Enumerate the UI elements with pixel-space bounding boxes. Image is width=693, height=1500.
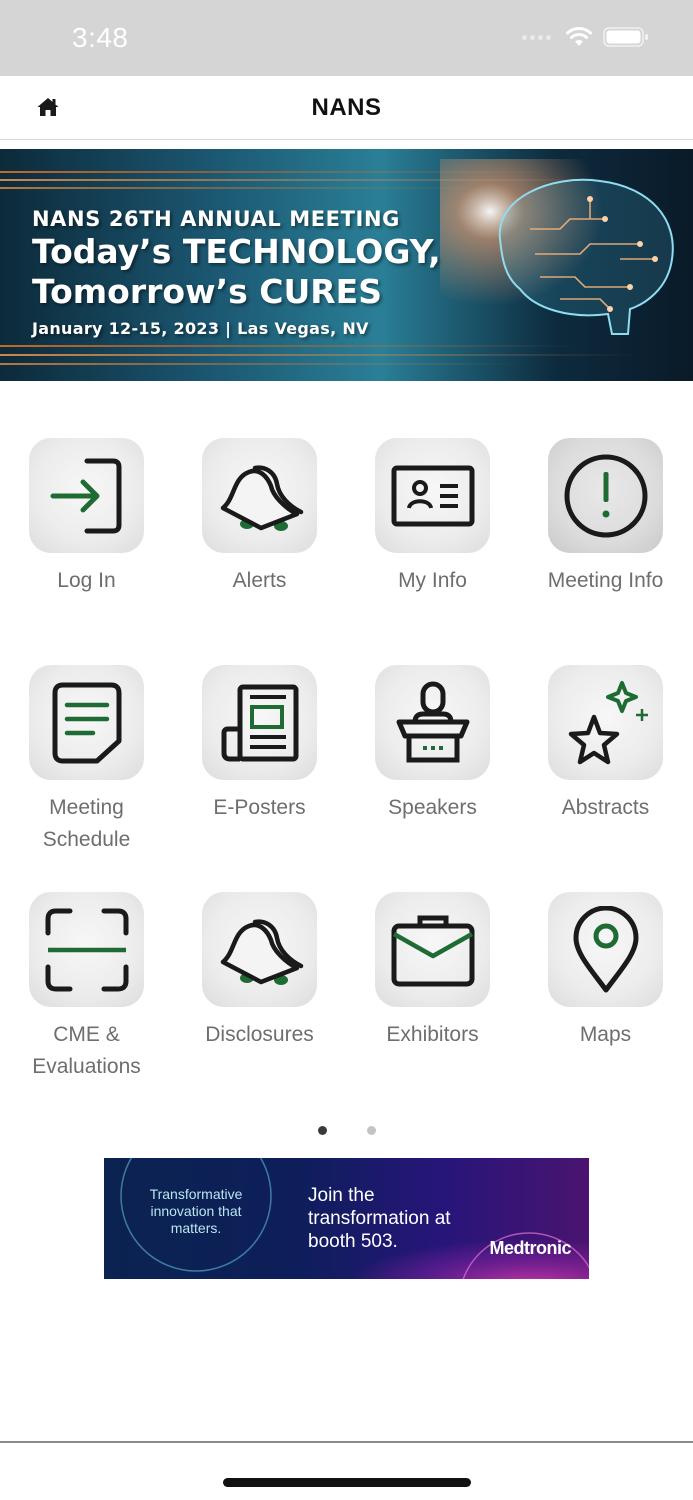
tile-icon-box xyxy=(375,438,490,553)
tile-label: Exhibitors xyxy=(386,1023,479,1046)
signal-icon xyxy=(522,34,551,40)
bell-icon xyxy=(220,464,303,531)
page-indicator[interactable] xyxy=(0,1126,693,1135)
log-in-icon xyxy=(50,458,121,533)
tile-label: CME & Evaluations xyxy=(32,1023,141,1078)
bottom-divider xyxy=(0,1441,693,1443)
tile-label: Abstracts xyxy=(561,796,650,819)
ad-message: Join the transformation at booth 503. xyxy=(308,1185,451,1252)
tile-exhibitors[interactable]: Exhibitors xyxy=(346,892,519,1051)
tile-label: Disclosures xyxy=(205,1023,314,1046)
tile-icon-box xyxy=(375,665,490,780)
home-indicator[interactable] xyxy=(223,1478,471,1487)
brain-graphic xyxy=(440,159,690,369)
tile-icon-box xyxy=(548,438,663,553)
tile-icon-box xyxy=(202,892,317,1007)
scan-icon xyxy=(45,908,128,991)
sponsor-ad[interactable]: Transformative innovation that matters. … xyxy=(104,1158,589,1279)
banner-dates: January 12-15, 2023 | Las Vegas, NV xyxy=(32,319,369,338)
tile-my-info[interactable]: My Info xyxy=(346,438,519,597)
tile-icon-box xyxy=(29,892,144,1007)
tile-speakers[interactable]: Speakers xyxy=(346,665,519,824)
tile-abstracts[interactable]: Abstracts xyxy=(519,665,692,824)
status-time: 3:48 xyxy=(72,22,129,53)
tile-label: Log In xyxy=(57,569,116,592)
tile-label: Maps xyxy=(579,1023,632,1046)
id-card-icon xyxy=(391,465,474,526)
tile-label: Speakers xyxy=(388,796,477,819)
tile-icon-box xyxy=(202,438,317,553)
nav-title: NANS xyxy=(311,94,382,121)
briefcase-icon xyxy=(391,915,474,986)
tile-meeting-schedule[interactable]: Meeting Schedule xyxy=(0,665,173,856)
ad-brand-logo: Medtronic xyxy=(489,1238,571,1258)
ad-tagline: Transformative innovation that matters. xyxy=(149,1186,243,1236)
tile-maps[interactable]: Maps xyxy=(519,892,692,1051)
status-icons xyxy=(522,26,649,48)
tile-label: Meeting Schedule xyxy=(42,796,131,851)
bell-icon xyxy=(220,918,303,985)
tile-icon-box xyxy=(202,665,317,780)
podium-icon xyxy=(396,681,469,762)
tile-icon-box xyxy=(29,665,144,780)
page-dot[interactable] xyxy=(366,1126,376,1135)
status-bar: 3:48 xyxy=(0,0,693,76)
tile-icon-box xyxy=(548,665,663,780)
page-dot-active[interactable] xyxy=(317,1126,327,1135)
banner-text: NANS 26TH ANNUAL MEETING Today’s TECHNOL… xyxy=(32,207,441,338)
tile-log-in[interactable]: Log In xyxy=(0,438,173,597)
tile-meeting-info[interactable]: Meeting Info xyxy=(519,438,692,597)
tile-icon-box xyxy=(548,892,663,1007)
banner-headline-line2: Tomorrow’s CURES xyxy=(32,272,382,311)
tile-e-posters[interactable]: E-Posters xyxy=(173,665,346,824)
star-icon xyxy=(568,680,648,764)
tile-alerts[interactable]: Alerts xyxy=(173,438,346,597)
info-icon xyxy=(564,454,647,537)
newspaper-icon xyxy=(221,684,298,761)
tile-cme-evaluations[interactable]: CME & Evaluations xyxy=(0,892,173,1083)
banner-headline-line1: Today’s TECHNOLOGY, xyxy=(32,232,441,271)
tile-icon-box xyxy=(29,438,144,553)
banner-kicker: NANS 26TH ANNUAL MEETING xyxy=(32,207,400,231)
nav-bar: NANS xyxy=(0,76,693,140)
tile-label: My Info xyxy=(398,569,467,592)
map-pin-icon xyxy=(573,905,638,992)
tile-label: E-Posters xyxy=(213,796,306,819)
tile-label: Alerts xyxy=(232,569,287,592)
tile-label: Meeting Info xyxy=(547,569,664,592)
document-icon xyxy=(52,682,121,763)
meeting-banner[interactable]: NANS 26TH ANNUAL MEETING Today’s TECHNOL… xyxy=(0,149,693,381)
tile-icon-box xyxy=(375,892,490,1007)
battery-icon xyxy=(603,27,648,47)
wifi-icon xyxy=(566,27,592,46)
tile-disclosures[interactable]: Disclosures xyxy=(173,892,346,1051)
